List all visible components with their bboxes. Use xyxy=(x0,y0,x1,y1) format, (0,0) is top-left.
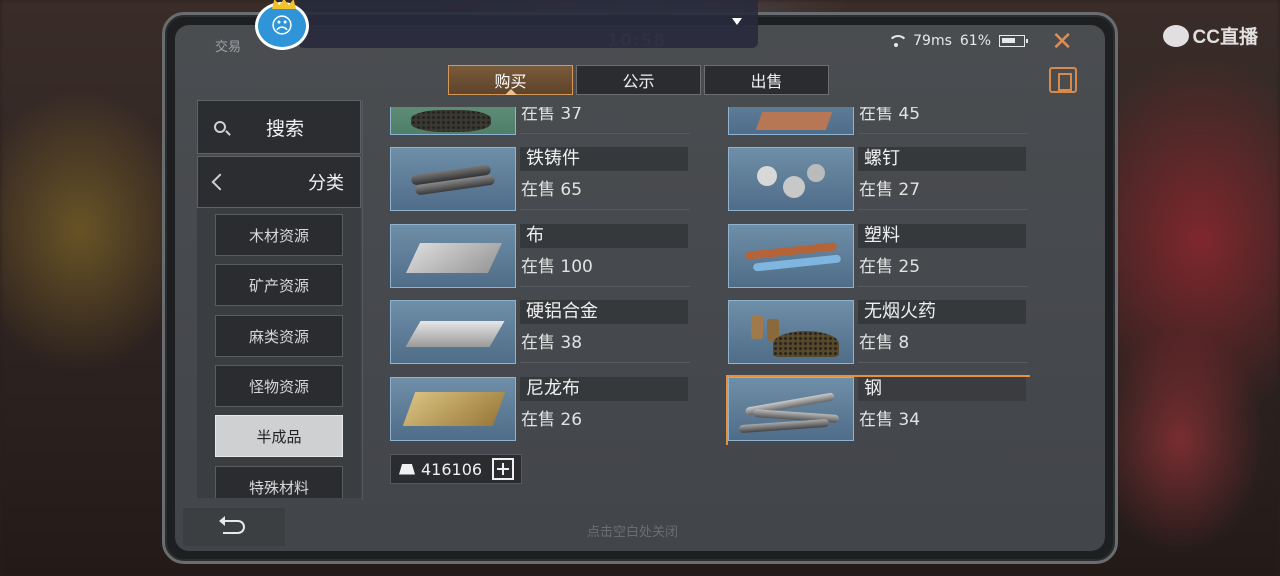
cloth-icon xyxy=(390,224,516,288)
item-stock: 在售 45 xyxy=(859,107,921,124)
steel-icon xyxy=(728,377,854,441)
close-button[interactable]: ✕ xyxy=(1051,29,1073,55)
category-back-button[interactable]: 分类 xyxy=(197,156,361,208)
battery-text: 61% xyxy=(959,33,991,49)
dropdown-triangle-icon xyxy=(732,18,742,25)
item-card[interactable]: 硬铝合金 在售 38 xyxy=(390,298,690,368)
item-card[interactable]: 塑料 在售 25 xyxy=(728,222,1028,292)
item-separator xyxy=(858,362,1028,363)
battery-icon xyxy=(999,35,1028,47)
item-card[interactable]: 尼龙布 在售 26 xyxy=(390,375,690,445)
ping-text: 79ms xyxy=(913,33,952,49)
plastic-icon xyxy=(728,224,854,288)
item-separator xyxy=(520,209,690,210)
item-stock: 在售 25 xyxy=(859,257,921,277)
stream-watermark: CC直播 xyxy=(1162,22,1258,49)
copper-icon xyxy=(728,107,854,135)
search-icon xyxy=(214,121,226,133)
clipboard-icon[interactable] xyxy=(1049,67,1077,93)
category-wood[interactable]: 木材资源 xyxy=(215,214,343,256)
back-button[interactable] xyxy=(183,508,285,546)
category-label: 分类 xyxy=(308,173,344,194)
item-stock: 在售 8 xyxy=(859,333,910,353)
trade-screen: 交易 10:58 79ms 61% ✕ 购买 公示 出售 搜索 分类 木材资源 … xyxy=(175,25,1105,551)
item-name: 塑料 xyxy=(858,224,1026,248)
stream-overlay-bar xyxy=(298,0,758,48)
item-card[interactable]: 无烟火药 在售 8 xyxy=(728,298,1028,368)
tab-buy[interactable]: 购买 xyxy=(448,65,573,95)
currency-display: 416106 xyxy=(390,454,522,484)
close-hint: 点击空白处关闭 xyxy=(587,525,679,540)
item-grid[interactable]: 在售 37 在售 45 铁铸件 在售 65 螺钉 在售 27 布 在售 100 … xyxy=(390,107,1030,445)
nylon-icon xyxy=(390,377,516,441)
watermark-text: CC直播 xyxy=(1192,27,1258,48)
item-card[interactable]: 铁铸件 在售 65 xyxy=(390,145,690,215)
item-separator xyxy=(858,286,1028,287)
item-card[interactable]: 在售 45 xyxy=(728,107,1028,139)
gold-bar-icon xyxy=(399,463,415,475)
cc-logo-icon xyxy=(1162,24,1189,47)
undo-arrow-icon xyxy=(219,516,245,534)
item-name: 布 xyxy=(520,224,688,248)
item-stock: 在售 37 xyxy=(521,107,583,124)
item-card[interactable]: 螺钉 在售 27 xyxy=(728,145,1028,215)
duralumin-icon xyxy=(390,300,516,364)
item-name: 无烟火药 xyxy=(858,300,1026,324)
granules-icon xyxy=(390,107,516,135)
item-card[interactable]: 在售 37 xyxy=(390,107,690,139)
item-separator xyxy=(858,209,1028,210)
tab-sell[interactable]: 出售 xyxy=(704,65,829,95)
iron-casting-icon xyxy=(390,147,516,211)
category-semi-finished[interactable]: 半成品 xyxy=(215,415,343,457)
chevron-left-icon xyxy=(211,173,229,191)
divider xyxy=(362,100,363,500)
category-hemp[interactable]: 麻类资源 xyxy=(215,315,343,357)
avatar-face-icon: ☹ xyxy=(270,13,294,39)
search-label: 搜索 xyxy=(266,117,305,140)
item-separator xyxy=(520,286,690,287)
screw-icon xyxy=(728,147,854,211)
item-name: 钢 xyxy=(858,377,1026,401)
item-stock: 在售 27 xyxy=(859,180,921,200)
tab-announce[interactable]: 公示 xyxy=(576,65,701,95)
status-bar: 79ms 61% xyxy=(887,33,1028,49)
wifi-icon xyxy=(887,35,909,47)
category-list[interactable]: 木材资源 矿产资源 麻类资源 怪物资源 半成品 特殊材料 xyxy=(197,208,361,498)
item-name: 铁铸件 xyxy=(520,147,688,171)
item-stock: 在售 65 xyxy=(521,180,583,200)
item-separator xyxy=(520,362,690,363)
item-card[interactable]: 布 在售 100 xyxy=(390,222,690,292)
category-mineral[interactable]: 矿产资源 xyxy=(215,264,343,306)
item-name: 硬铝合金 xyxy=(520,300,688,324)
item-stock: 在售 26 xyxy=(521,410,583,430)
item-stock: 在售 38 xyxy=(521,333,583,353)
screen-title: 交易 xyxy=(215,40,242,55)
item-separator xyxy=(858,133,1028,134)
search-button[interactable]: 搜索 xyxy=(197,100,361,154)
category-monster[interactable]: 怪物资源 xyxy=(215,365,343,407)
tab-bar: 购买 公示 出售 xyxy=(448,65,829,95)
item-name: 尼龙布 xyxy=(520,377,688,401)
item-name: 螺钉 xyxy=(858,147,1026,171)
crown-icon xyxy=(272,0,296,9)
gunpowder-icon xyxy=(728,300,854,364)
item-card-selected[interactable]: 钢 在售 34 xyxy=(726,375,1030,445)
category-special[interactable]: 特殊材料 xyxy=(215,466,343,498)
item-stock: 在售 34 xyxy=(859,410,921,430)
add-currency-button[interactable] xyxy=(492,458,515,480)
currency-value: 416106 xyxy=(421,459,483,479)
item-separator xyxy=(520,133,690,134)
streamer-avatar: ☹ xyxy=(255,0,309,50)
item-stock: 在售 100 xyxy=(521,257,593,277)
